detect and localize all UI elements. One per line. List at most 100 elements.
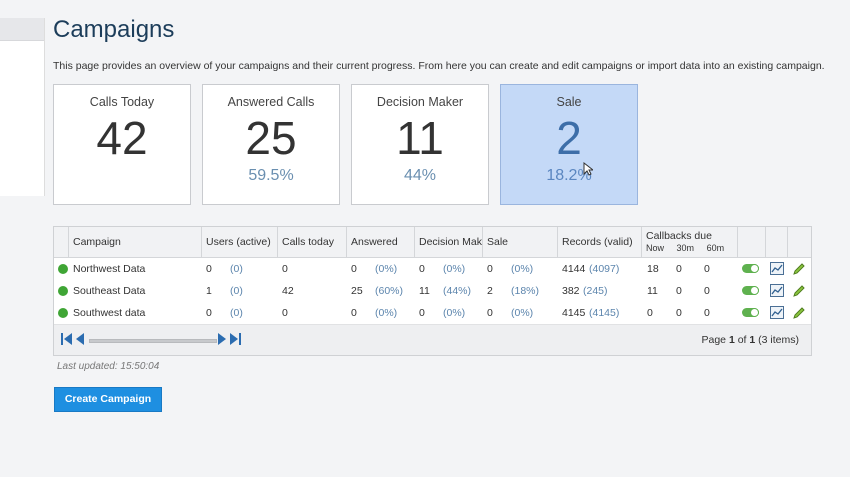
cell-decision: 0	[419, 307, 425, 319]
cell-campaign[interactable]: Southeast Data	[73, 280, 145, 302]
stat-percent: 44%	[403, 167, 437, 184]
stat-card-calls-today[interactable]: Calls Today 42	[53, 84, 191, 205]
cell-users: 0	[206, 307, 212, 319]
cell-users-active: (0)	[230, 307, 243, 319]
stat-value: 2	[556, 112, 582, 164]
cell-cb-now: 0	[647, 307, 653, 319]
cell-sale: 2	[487, 285, 493, 297]
header-stats	[766, 227, 788, 257]
left-panel-tab[interactable]	[0, 18, 44, 41]
page-prefix: Page	[701, 334, 727, 346]
stat-card-sale[interactable]: Sale 2 18.2%	[500, 84, 638, 205]
cell-answered-pct: (0%)	[375, 307, 398, 319]
header-users[interactable]: Users (active)	[202, 227, 278, 257]
cell-answered: 25	[351, 285, 363, 297]
cell-users-active: (0)	[230, 285, 243, 297]
active-toggle[interactable]	[742, 308, 759, 317]
page-of: of	[737, 334, 747, 346]
cell-cb-30m: 0	[676, 263, 682, 275]
page-items: (3 items)	[758, 334, 799, 346]
cell-answered: 0	[351, 263, 357, 275]
header-status	[54, 227, 69, 257]
cell-cb-60m: 0	[704, 307, 710, 319]
stat-percent: 18.2%	[546, 167, 592, 184]
cell-cb-30m: 0	[676, 307, 682, 319]
header-callbacks-title: Callbacks due	[646, 230, 712, 242]
cell-decision-pct: (44%)	[443, 285, 472, 297]
cell-cb-now: 11	[647, 285, 658, 297]
page-description: This page provides an overview of your c…	[53, 60, 825, 72]
table-row[interactable]: Northwest Data 0 (0) 0 0 (0%) 0 (0%) 0 (…	[54, 258, 811, 281]
cell-sale-pct: (0%)	[511, 263, 534, 275]
stat-value: 42	[96, 112, 148, 164]
stat-label: Decision Maker	[376, 95, 464, 109]
cell-records: 4145	[562, 307, 586, 319]
cell-records: 4144	[562, 263, 586, 275]
cell-decision: 0	[419, 263, 425, 275]
active-toggle[interactable]	[742, 286, 759, 295]
cell-answered-pct: (0%)	[375, 263, 398, 275]
table-row[interactable]: Southeast Data 1 (0) 42 25 (60%) 11 (44%…	[54, 280, 811, 303]
stat-label: Calls Today	[89, 95, 155, 109]
stats-chart-icon[interactable]	[770, 284, 784, 297]
header-callbacks-sub: Now 30m 60m	[646, 243, 737, 253]
last-page-icon[interactable]	[229, 333, 241, 345]
cell-users: 1	[206, 285, 212, 297]
cell-cb-30m: 0	[676, 285, 682, 297]
page-info: Page 1 of 1 (3 items)	[701, 334, 799, 346]
active-toggle[interactable]	[742, 264, 759, 273]
create-campaign-button[interactable]: Create Campaign	[54, 387, 162, 412]
cell-records-valid: (4097)	[589, 263, 620, 275]
first-page-icon[interactable]	[61, 333, 73, 345]
cell-campaign[interactable]: Southwest data	[73, 302, 145, 324]
status-active-icon	[58, 308, 68, 318]
cell-cb-60m: 0	[704, 263, 710, 275]
mouse-cursor-icon	[583, 162, 593, 176]
stat-label: Answered Calls	[227, 95, 315, 109]
table-header: Campaign Users (active) Calls today Answ…	[54, 227, 811, 258]
header-decision[interactable]: Decision Maker	[415, 227, 483, 257]
header-records[interactable]: Records (valid)	[558, 227, 642, 257]
table-row[interactable]: Southwest data 0 (0) 0 0 (0%) 0 (0%) 0 (…	[54, 302, 811, 325]
cell-sale: 0	[487, 307, 493, 319]
header-sale[interactable]: Sale	[483, 227, 558, 257]
edit-pencil-icon[interactable]	[792, 262, 806, 276]
cell-calls: 0	[282, 263, 288, 275]
cell-campaign[interactable]: Northwest Data	[73, 258, 145, 280]
stats-chart-icon[interactable]	[770, 262, 784, 275]
header-cb-now: Now	[646, 243, 665, 253]
cell-answered-pct: (60%)	[375, 285, 404, 297]
campaigns-table: Campaign Users (active) Calls today Answ…	[53, 226, 812, 356]
page-total: 1	[749, 334, 756, 346]
cell-users-active: (0)	[230, 263, 243, 275]
cell-answered: 0	[351, 307, 357, 319]
cell-calls: 42	[282, 285, 294, 297]
page-slider[interactable]	[89, 339, 217, 343]
header-calls[interactable]: Calls today	[278, 227, 347, 257]
prev-page-icon[interactable]	[75, 333, 85, 345]
page-title: Campaigns	[53, 16, 175, 43]
header-answered[interactable]: Answered	[347, 227, 415, 257]
header-cb-30m: 30m	[676, 243, 695, 253]
cell-decision-pct: (0%)	[443, 307, 466, 319]
header-toggle	[738, 227, 766, 257]
header-callbacks[interactable]: Callbacks due Now 30m 60m	[642, 227, 738, 257]
table-pager: Page 1 of 1 (3 items)	[54, 325, 811, 355]
left-panel	[0, 0, 45, 477]
stat-value: 11	[396, 112, 444, 164]
main-content: Campaigns This page provides an overview…	[44, 0, 850, 477]
stat-card-answered-calls[interactable]: Answered Calls 25 59.5%	[202, 84, 340, 205]
last-updated: Last updated: 15:50:04	[57, 361, 160, 372]
edit-pencil-icon[interactable]	[792, 284, 806, 298]
stats-chart-icon[interactable]	[770, 306, 784, 319]
header-cb-60m: 60m	[706, 243, 725, 253]
cell-records: 382	[562, 285, 580, 297]
status-active-icon	[58, 286, 68, 296]
next-page-icon[interactable]	[217, 333, 227, 345]
cell-records-valid: (4145)	[589, 307, 620, 319]
edit-pencil-icon[interactable]	[792, 306, 806, 320]
stat-card-decision-maker[interactable]: Decision Maker 11 44%	[351, 84, 489, 205]
header-campaign[interactable]: Campaign	[69, 227, 202, 257]
status-active-icon	[58, 264, 68, 274]
cell-sale-pct: (0%)	[511, 307, 534, 319]
